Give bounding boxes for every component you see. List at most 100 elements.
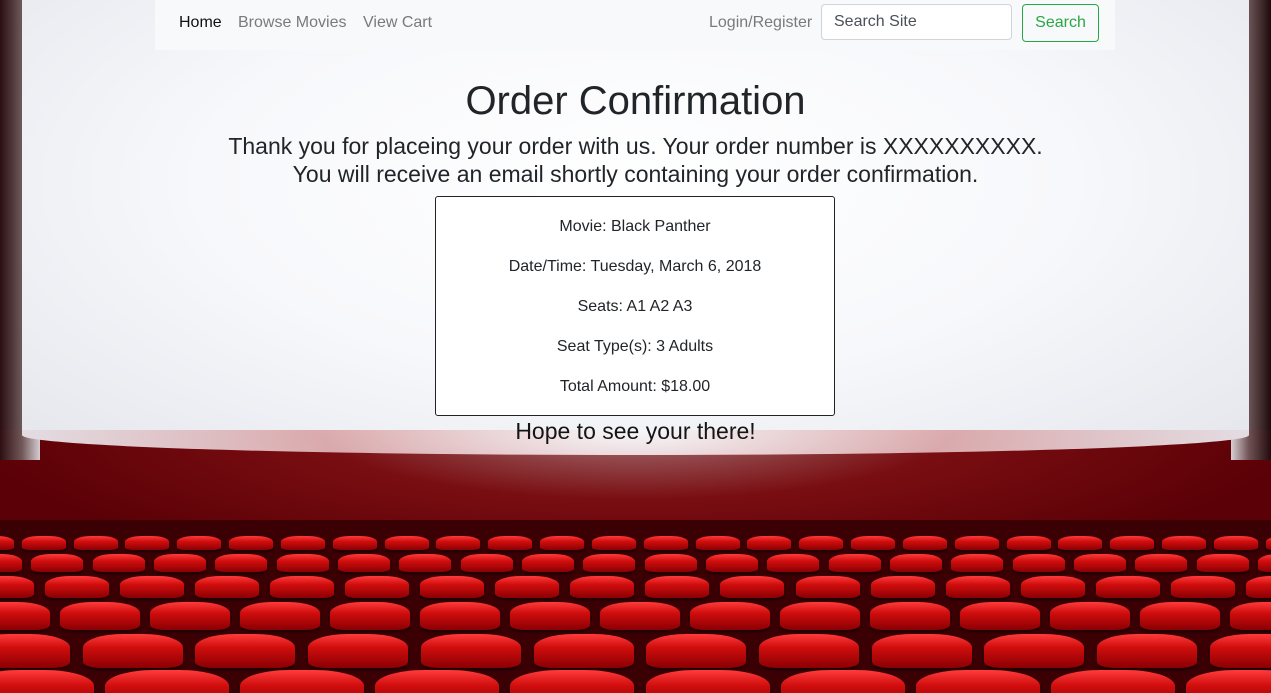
seat	[644, 554, 697, 572]
thank-you-line-2: You will receive an email shortly contai…	[292, 161, 979, 187]
seat	[1020, 576, 1085, 598]
seat	[1245, 576, 1271, 598]
seat	[870, 602, 950, 630]
seat	[120, 576, 185, 598]
seat	[1012, 554, 1065, 572]
seat	[420, 602, 500, 630]
seat	[1170, 576, 1235, 598]
seat	[690, 602, 770, 630]
order-seat-types: Seat Type(s): 3 Adults	[556, 338, 714, 355]
seat	[0, 536, 14, 550]
seat	[951, 554, 1004, 572]
seat	[21, 536, 66, 550]
seat	[384, 536, 429, 550]
seat	[1095, 576, 1160, 598]
seat	[460, 554, 513, 572]
seat	[889, 554, 942, 572]
seat	[1097, 634, 1198, 668]
seat	[600, 602, 680, 630]
seat-row	[0, 554, 1271, 572]
seat	[646, 634, 747, 668]
seat	[780, 670, 905, 693]
seat	[510, 602, 590, 630]
seat	[1058, 536, 1103, 550]
seat	[747, 536, 792, 550]
seat	[276, 554, 329, 572]
search-button[interactable]: Search	[1022, 4, 1099, 42]
seat	[45, 576, 110, 598]
seat	[195, 634, 296, 668]
seat	[851, 536, 896, 550]
seat	[420, 576, 485, 598]
order-seats: Seats: A1 A2 A3	[577, 298, 693, 315]
page-title: Order Confirmation	[465, 79, 806, 123]
seat	[1006, 536, 1051, 550]
seat	[645, 670, 770, 693]
seat	[583, 554, 636, 572]
seat	[1213, 536, 1258, 550]
seat	[795, 576, 860, 598]
seat	[759, 634, 860, 668]
seat	[1185, 670, 1271, 693]
seat	[375, 670, 500, 693]
seat	[308, 634, 409, 668]
seat	[60, 602, 140, 630]
seat	[570, 576, 635, 598]
seat	[1140, 602, 1220, 630]
seat	[1265, 536, 1271, 550]
seat	[1196, 554, 1249, 572]
seat	[436, 536, 481, 550]
seat	[330, 602, 410, 630]
seat	[533, 634, 634, 668]
seat	[1162, 536, 1207, 550]
seat-row	[0, 602, 1271, 630]
seat	[195, 576, 260, 598]
seat	[488, 536, 533, 550]
seat	[229, 536, 274, 550]
seat	[240, 602, 320, 630]
seat	[645, 576, 710, 598]
seat	[82, 634, 183, 668]
theater-seats	[0, 520, 1271, 693]
seat	[828, 554, 881, 572]
order-datetime: Date/Time: Tuesday, March 6, 2018	[508, 258, 762, 275]
seat	[720, 576, 785, 598]
seat	[495, 576, 560, 598]
seat	[1073, 554, 1126, 572]
nav-login-register-link[interactable]: Login/Register	[709, 14, 812, 32]
seat	[767, 554, 820, 572]
nav-home-link[interactable]: Home	[179, 14, 222, 32]
search-input[interactable]	[821, 4, 1012, 40]
seat	[270, 576, 335, 598]
seat-row	[0, 670, 1271, 693]
seat	[153, 554, 206, 572]
seat	[960, 602, 1040, 630]
seat	[871, 634, 972, 668]
seat	[125, 536, 170, 550]
seat	[799, 536, 844, 550]
seat	[345, 576, 410, 598]
seat	[0, 576, 34, 598]
seat	[150, 602, 230, 630]
seat	[177, 536, 222, 550]
seat	[1050, 670, 1175, 693]
seat	[337, 554, 390, 572]
seat	[870, 576, 935, 598]
seat	[420, 634, 521, 668]
seat-row	[0, 536, 1271, 550]
nav-browse-movies-link[interactable]: Browse Movies	[238, 14, 346, 32]
seat	[73, 536, 118, 550]
seat	[705, 554, 758, 572]
seat	[92, 554, 145, 572]
order-summary-box: Movie: Black Panther Date/Time: Tuesday,…	[435, 196, 835, 416]
seat	[643, 536, 688, 550]
seat	[1110, 536, 1155, 550]
seat	[332, 536, 377, 550]
top-navbar: Home Browse Movies View Cart Login/Regis…	[155, 0, 1115, 50]
seat	[0, 602, 50, 630]
nav-view-cart-link[interactable]: View Cart	[363, 14, 432, 32]
seat	[945, 576, 1010, 598]
seat	[521, 554, 574, 572]
seat	[0, 634, 70, 668]
closing-message: Hope to see your there!	[515, 418, 756, 444]
